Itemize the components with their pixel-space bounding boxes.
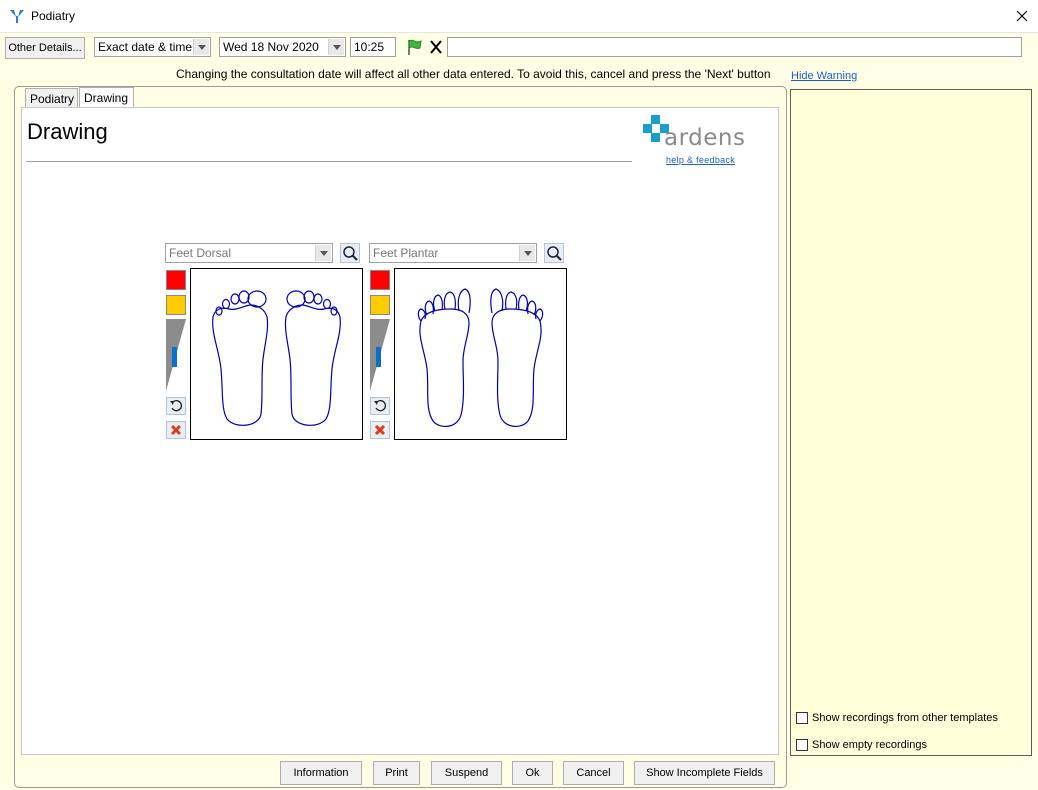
show-other-templates-label: Show recordings from other templates <box>812 712 998 724</box>
amber-color-swatch[interactable] <box>370 295 390 315</box>
feet-dorsal-outline <box>212 290 341 426</box>
time-value: 10:25 <box>354 40 385 54</box>
drawing-view-value: Feet Dorsal <box>169 246 232 260</box>
drawing-canvas[interactable] <box>190 268 363 440</box>
undo-button[interactable] <box>166 397 186 415</box>
help-feedback-link[interactable]: help & feedback <box>666 155 735 165</box>
page-title: Drawing <box>27 119 108 144</box>
pen-size-slider[interactable] <box>370 319 390 391</box>
chevron-down-icon[interactable] <box>519 245 535 261</box>
drawing-view-value: Feet Plantar <box>373 246 439 260</box>
close-icon[interactable] <box>1010 4 1034 28</box>
date-mode-value: Exact date & time <box>98 40 193 54</box>
title-bar: Podiatry <box>0 0 1038 33</box>
date-change-warning: Changing the consultation date will affe… <box>176 67 771 81</box>
title-divider <box>26 161 632 162</box>
show-incomplete-fields-button[interactable]: Show Incomplete Fields <box>634 761 775 785</box>
show-empty-recordings-checkbox[interactable] <box>796 739 808 751</box>
undo-button[interactable] <box>370 397 390 415</box>
app-logo-icon <box>10 10 24 23</box>
zoom-icon[interactable] <box>544 243 564 263</box>
red-color-swatch[interactable] <box>370 270 390 290</box>
ok-button[interactable]: Ok <box>512 761 553 785</box>
drawing-canvas[interactable] <box>394 268 567 440</box>
chevron-down-icon[interactable] <box>328 39 344 55</box>
red-x-icon <box>170 424 182 436</box>
undo-icon <box>170 400 182 412</box>
consultation-free-text-input[interactable] <box>447 37 1022 57</box>
pen-size-slider[interactable] <box>166 319 186 391</box>
recordings-side-panel <box>790 89 1032 756</box>
tab-drawing[interactable]: Drawing <box>79 87 134 108</box>
clear-drawing-button[interactable] <box>370 421 390 439</box>
zoom-icon[interactable] <box>340 243 360 263</box>
information-button[interactable]: Information <box>280 761 362 785</box>
date-value: Wed 18 Nov 2020 <box>223 40 319 54</box>
show-other-templates-checkbox[interactable] <box>796 712 808 724</box>
consultation-date-picker[interactable]: Wed 18 Nov 2020 <box>219 37 346 57</box>
date-mode-select[interactable]: Exact date & time <box>94 37 211 57</box>
clear-icon[interactable] <box>426 37 446 57</box>
suspend-button[interactable]: Suspend <box>431 761 502 785</box>
hide-warning-link[interactable]: Hide Warning <box>791 70 857 82</box>
time-input[interactable]: 10:25 <box>350 37 396 57</box>
chevron-down-icon[interactable] <box>315 245 331 261</box>
undo-icon <box>374 400 386 412</box>
tab-podiatry[interactable]: Podiatry <box>25 88 78 108</box>
show-empty-recordings-label: Show empty recordings <box>812 739 927 751</box>
clear-drawing-button[interactable] <box>166 421 186 439</box>
feet-plantar-outline <box>417 288 544 427</box>
red-color-swatch[interactable] <box>166 270 186 290</box>
drawing-view-select[interactable]: Feet Plantar <box>369 243 537 263</box>
print-button[interactable]: Print <box>373 761 420 785</box>
drawing-view-select[interactable]: Feet Dorsal <box>165 243 333 263</box>
red-x-icon <box>374 424 386 436</box>
green-flag-icon[interactable] <box>405 37 425 57</box>
window-title: Podiatry <box>31 9 76 23</box>
chevron-down-icon[interactable] <box>193 39 209 55</box>
other-details-button[interactable]: Other Details... <box>5 37 85 59</box>
ardens-brand-text: ardens <box>664 125 746 151</box>
amber-color-swatch[interactable] <box>166 295 186 315</box>
cancel-button[interactable]: Cancel <box>563 761 624 785</box>
